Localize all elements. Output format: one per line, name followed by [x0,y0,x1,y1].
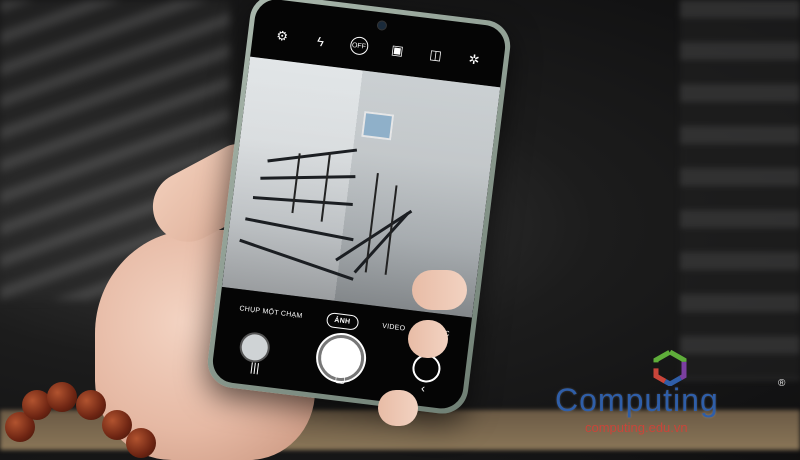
finger [378,390,418,426]
home-icon[interactable]: ▢ [334,370,347,385]
finger [408,320,448,358]
back-icon[interactable]: ‹ [420,381,426,395]
smartphone: ⚙ ϟ OFF ▣ ◫ ✲ CHỤP MỘT CHẠM ẢNH VIDEO ||… [204,0,514,417]
background-shelf [680,0,800,380]
motion-photo-icon[interactable]: ◫ [426,45,446,65]
camera-screen: ⚙ ϟ OFF ▣ ◫ ✲ CHỤP MỘT CHẠM ẢNH VIDEO ||… [210,0,508,411]
aspect-ratio-icon[interactable]: ▣ [387,40,407,60]
timer-label: OFF [351,41,367,51]
timer-off-icon[interactable]: OFF [348,35,369,56]
filter-icon[interactable]: ✲ [464,50,484,70]
viewfinder-window [361,110,395,141]
brand-logo-icon [653,350,687,386]
registered-mark: ® [778,378,786,389]
brand-name: Computing [555,382,719,418]
settings-icon[interactable]: ⚙ [272,26,292,46]
mode-video[interactable]: VIDEO [382,322,406,332]
finger [412,270,467,310]
watermark: Computing computing.edu.vn ® [555,348,795,448]
flash-off-icon[interactable]: ϟ [311,31,331,51]
bead-bracelet [0,380,160,458]
recent-apps-icon[interactable]: ||| [249,360,260,375]
brand-url: computing.edu.vn [585,420,688,435]
mode-photo[interactable]: ẢNH [325,311,360,331]
mode-single-take[interactable]: CHỤP MỘT CHẠM [239,305,303,320]
